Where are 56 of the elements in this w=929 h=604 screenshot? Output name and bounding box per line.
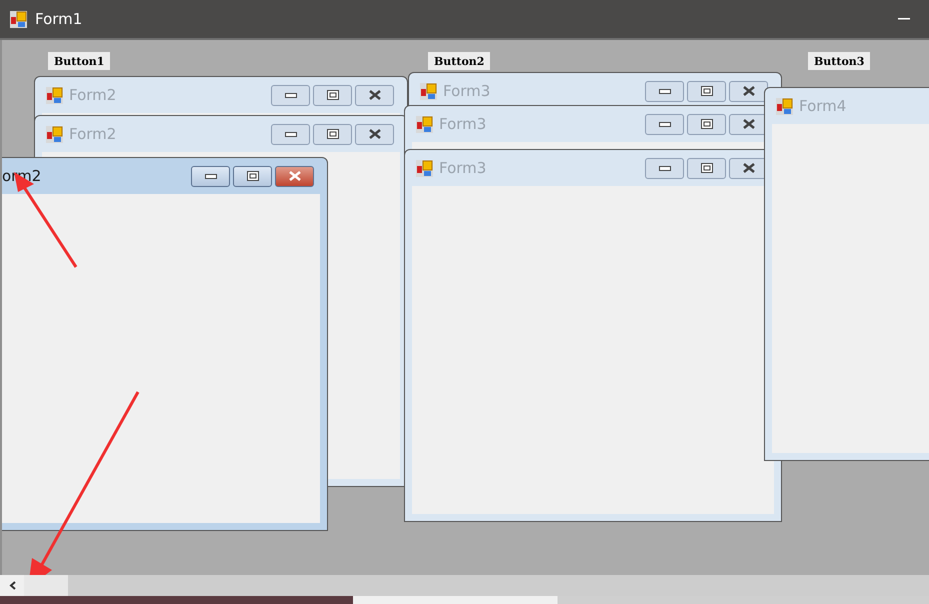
close-icon — [742, 119, 754, 129]
minimize-button[interactable] — [271, 124, 310, 144]
child-window-title: Form2 — [69, 125, 116, 143]
form-icon — [416, 116, 433, 132]
minimize-icon — [284, 92, 296, 98]
scrollbar-thumb[interactable] — [24, 575, 68, 596]
maximize-icon — [246, 171, 258, 181]
minimize-icon — [898, 18, 910, 20]
child-window-title: Form3 — [443, 82, 490, 100]
child-window-title: Form3 — [439, 159, 486, 177]
child-window-title: Form4 — [799, 97, 846, 115]
minimize-icon — [284, 132, 296, 136]
form-icon — [10, 10, 27, 28]
form-icon — [416, 160, 433, 176]
window-title: Form1 — [35, 10, 82, 28]
chevron-left-icon — [8, 581, 16, 590]
close-icon — [368, 90, 380, 100]
form-icon — [776, 98, 793, 114]
form-button[interactable]: Button3 — [808, 52, 870, 70]
close-button[interactable] — [355, 84, 394, 106]
close-button[interactable] — [729, 80, 768, 102]
maximize-icon — [700, 119, 712, 129]
close-icon — [742, 163, 754, 173]
minimize-button[interactable] — [645, 80, 684, 102]
maximize-button[interactable] — [687, 114, 726, 134]
maximize-icon — [700, 163, 712, 173]
maximize-button[interactable] — [313, 124, 352, 144]
close-button[interactable] — [355, 124, 394, 144]
horizontal-scrollbar[interactable] — [0, 575, 929, 596]
form-button[interactable]: Button2 — [428, 52, 490, 70]
minimize-icon — [658, 122, 670, 126]
form-icon — [46, 126, 63, 142]
close-icon — [288, 171, 300, 181]
form-icon — [46, 86, 63, 104]
maximize-button[interactable] — [233, 166, 272, 186]
maximize-icon — [700, 86, 712, 96]
minimize-button[interactable] — [191, 166, 230, 186]
maximize-button[interactable] — [687, 158, 726, 178]
form-icon — [420, 82, 437, 100]
child-window-title: Form3 — [439, 115, 486, 133]
minimize-icon — [658, 166, 670, 170]
minimize-button[interactable] — [645, 114, 684, 134]
close-icon — [368, 129, 380, 139]
minimize-button[interactable] — [271, 84, 310, 106]
minimize-icon — [204, 174, 216, 178]
minimize-button[interactable] — [645, 158, 684, 178]
maximize-icon — [326, 90, 338, 100]
minimize-icon — [658, 88, 670, 94]
close-button[interactable] — [275, 166, 314, 186]
maximize-icon — [326, 129, 338, 139]
child-window-title: Form2 — [69, 86, 116, 104]
maximize-button[interactable] — [687, 80, 726, 102]
close-icon — [742, 86, 754, 96]
scroll-left-button[interactable] — [0, 575, 24, 596]
form-button[interactable]: Button1 — [48, 52, 110, 70]
maximize-button[interactable] — [313, 84, 352, 106]
